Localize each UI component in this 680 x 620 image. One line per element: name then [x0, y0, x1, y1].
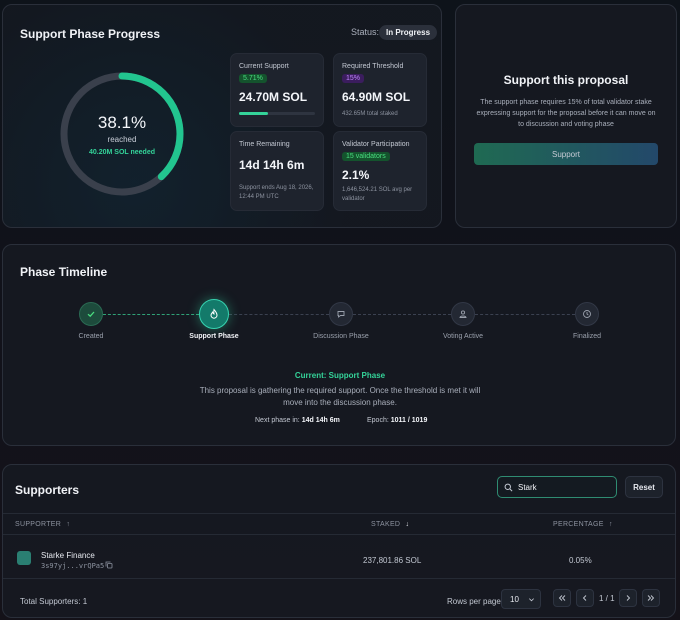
copy-icon[interactable]	[105, 561, 113, 569]
prev-page-button[interactable]	[576, 589, 594, 607]
step-finalized-node	[575, 302, 599, 326]
chevron-down-icon	[528, 597, 534, 601]
stat-value: 64.90M SOL	[342, 90, 411, 104]
supporters-title: Supporters	[15, 483, 80, 497]
table-header: SUPPORTER ↑ STAKED ↓ PERCENTAGE ↑	[3, 513, 675, 535]
rows-per-page-select[interactable]: 10	[501, 589, 541, 609]
stat-value: 2.1%	[342, 168, 370, 182]
column-header-percentage[interactable]: PERCENTAGE ↑	[553, 521, 613, 528]
stat-label: Validator Participation	[342, 141, 410, 148]
clock-icon	[583, 310, 591, 318]
column-header-label: PERCENTAGE	[553, 521, 604, 528]
current-phase-label: Current: Support Phase	[294, 371, 386, 380]
ring-needed-text: 40.20M SOL needed	[88, 149, 155, 156]
support-progress-fill	[239, 112, 268, 115]
proposal-description: The support phase requires 15% of total …	[476, 99, 656, 128]
supporter-percentage: 0.05%	[569, 556, 592, 565]
stat-value: 14d 14h 6m	[239, 158, 305, 172]
support-proposal-card: Support this proposal The support phase …	[455, 4, 677, 228]
flame-icon	[210, 308, 218, 319]
progress-title: Support Phase Progress	[20, 27, 161, 41]
epoch-label: Epoch:	[367, 417, 389, 424]
check-icon	[87, 311, 95, 318]
timeline-title: Phase Timeline	[20, 265, 108, 279]
search-box	[497, 476, 617, 498]
progress-ring: 38.1% reached 40.20M SOL needed	[57, 69, 187, 199]
stat-current-support: Current Support 5.71% 24.70M SOL	[230, 53, 324, 127]
step-label: Created	[78, 333, 104, 340]
column-header-label: STAKED	[371, 521, 401, 528]
avatar	[17, 551, 31, 565]
sort-down-icon: ↓	[405, 521, 410, 528]
search-input[interactable]	[518, 482, 608, 492]
epoch-info: Epoch: 1011 / 1019	[367, 417, 427, 424]
stat-label: Required Threshold	[342, 63, 404, 70]
stat-label: Current Support	[239, 63, 289, 70]
phase-timeline-card: Phase Timeline Created Support Phase Dis…	[2, 244, 676, 446]
stat-note: Support ends Aug 18, 2026, 12:44 PM UTC	[239, 185, 314, 200]
stat-label: Time Remaining	[239, 141, 290, 148]
stat-chip: 15 validators	[342, 152, 390, 161]
epoch-value: 1011 / 1019	[390, 417, 428, 424]
status-badge: In Progress	[379, 25, 438, 40]
stat-note: 1,646,524.21 SOL avg per validator	[342, 187, 413, 202]
supporter-name: Starke Finance	[41, 551, 95, 560]
search-icon	[504, 483, 513, 491]
progress-ring-graphic	[60, 72, 184, 196]
table-row[interactable]: Starke Finance 3s97yj...vrQPa5 237,801.8…	[3, 537, 675, 579]
support-button[interactable]: Support	[474, 143, 658, 165]
rows-per-page-value: 10	[510, 594, 519, 604]
rows-per-page-label: Rows per page	[447, 597, 501, 606]
stat-note: 432.65M total staked	[342, 111, 398, 117]
timeline-connector	[353, 314, 451, 315]
supporter-staked: 237,801.86 SOL	[363, 556, 422, 565]
support-progress-bar	[239, 112, 315, 115]
vote-icon	[459, 310, 467, 318]
stat-chip: 5.71%	[239, 74, 267, 83]
step-support-node	[199, 299, 229, 329]
stat-value: 24.70M SOL	[239, 90, 308, 104]
timeline-connector	[229, 314, 329, 315]
stat-chip: 15%	[342, 74, 365, 83]
sort-up-icon: ↑	[608, 521, 613, 528]
step-label: Support Phase	[189, 333, 239, 340]
stat-required-threshold: Required Threshold 15% 64.90M SOL 432.65…	[333, 53, 427, 127]
supporter-address: 3s97yj...vrQPa5	[41, 562, 105, 570]
chevron-right-icon	[626, 595, 631, 601]
sort-up-icon: ↑	[66, 521, 71, 528]
timeline-connector	[103, 314, 199, 315]
last-page-button[interactable]	[642, 589, 660, 607]
page-indicator: 1 / 1	[599, 594, 615, 603]
support-progress-card: Support Phase Progress Status: In Progre…	[2, 4, 442, 228]
reset-button[interactable]: Reset	[625, 476, 663, 498]
ring-reached-label: reached	[107, 135, 137, 144]
step-label: Finalized	[572, 333, 601, 340]
stat-time-remaining: Time Remaining 14d 14h 6m Support ends A…	[230, 131, 324, 211]
total-supporters: Total Supporters: 1	[20, 597, 88, 606]
chevron-left-icon	[582, 595, 587, 601]
chat-icon	[337, 311, 345, 318]
step-discussion-node	[329, 302, 353, 326]
supporters-card: Supporters Reset SUPPORTER ↑ STAKED ↓ PE…	[2, 464, 676, 618]
current-phase-description: This proposal is gathering the required …	[199, 386, 481, 407]
step-created-node	[79, 302, 103, 326]
column-header-label: SUPPORTER	[15, 521, 62, 528]
next-phase-value: 14d 14h 6m	[301, 417, 340, 424]
double-chevron-left-icon	[558, 595, 566, 601]
next-page-button[interactable]	[619, 589, 637, 607]
next-phase-label: Next phase in:	[255, 417, 300, 424]
step-label: Discussion Phase	[313, 333, 369, 340]
column-header-supporter[interactable]: SUPPORTER ↑	[15, 521, 70, 528]
step-label: Voting Active	[442, 333, 484, 340]
first-page-button[interactable]	[553, 589, 571, 607]
next-phase-info: Next phase in: 14d 14h 6m	[255, 417, 340, 424]
stat-validator-participation: Validator Participation 15 validators 2.…	[333, 131, 427, 211]
double-chevron-right-icon	[647, 595, 655, 601]
step-voting-node	[451, 302, 475, 326]
timeline-connector	[475, 314, 575, 315]
column-header-staked[interactable]: STAKED ↓	[371, 521, 409, 528]
status-label: Status:	[351, 27, 380, 37]
proposal-title: Support this proposal	[503, 73, 629, 87]
ring-percent: 38.1%	[97, 113, 147, 132]
